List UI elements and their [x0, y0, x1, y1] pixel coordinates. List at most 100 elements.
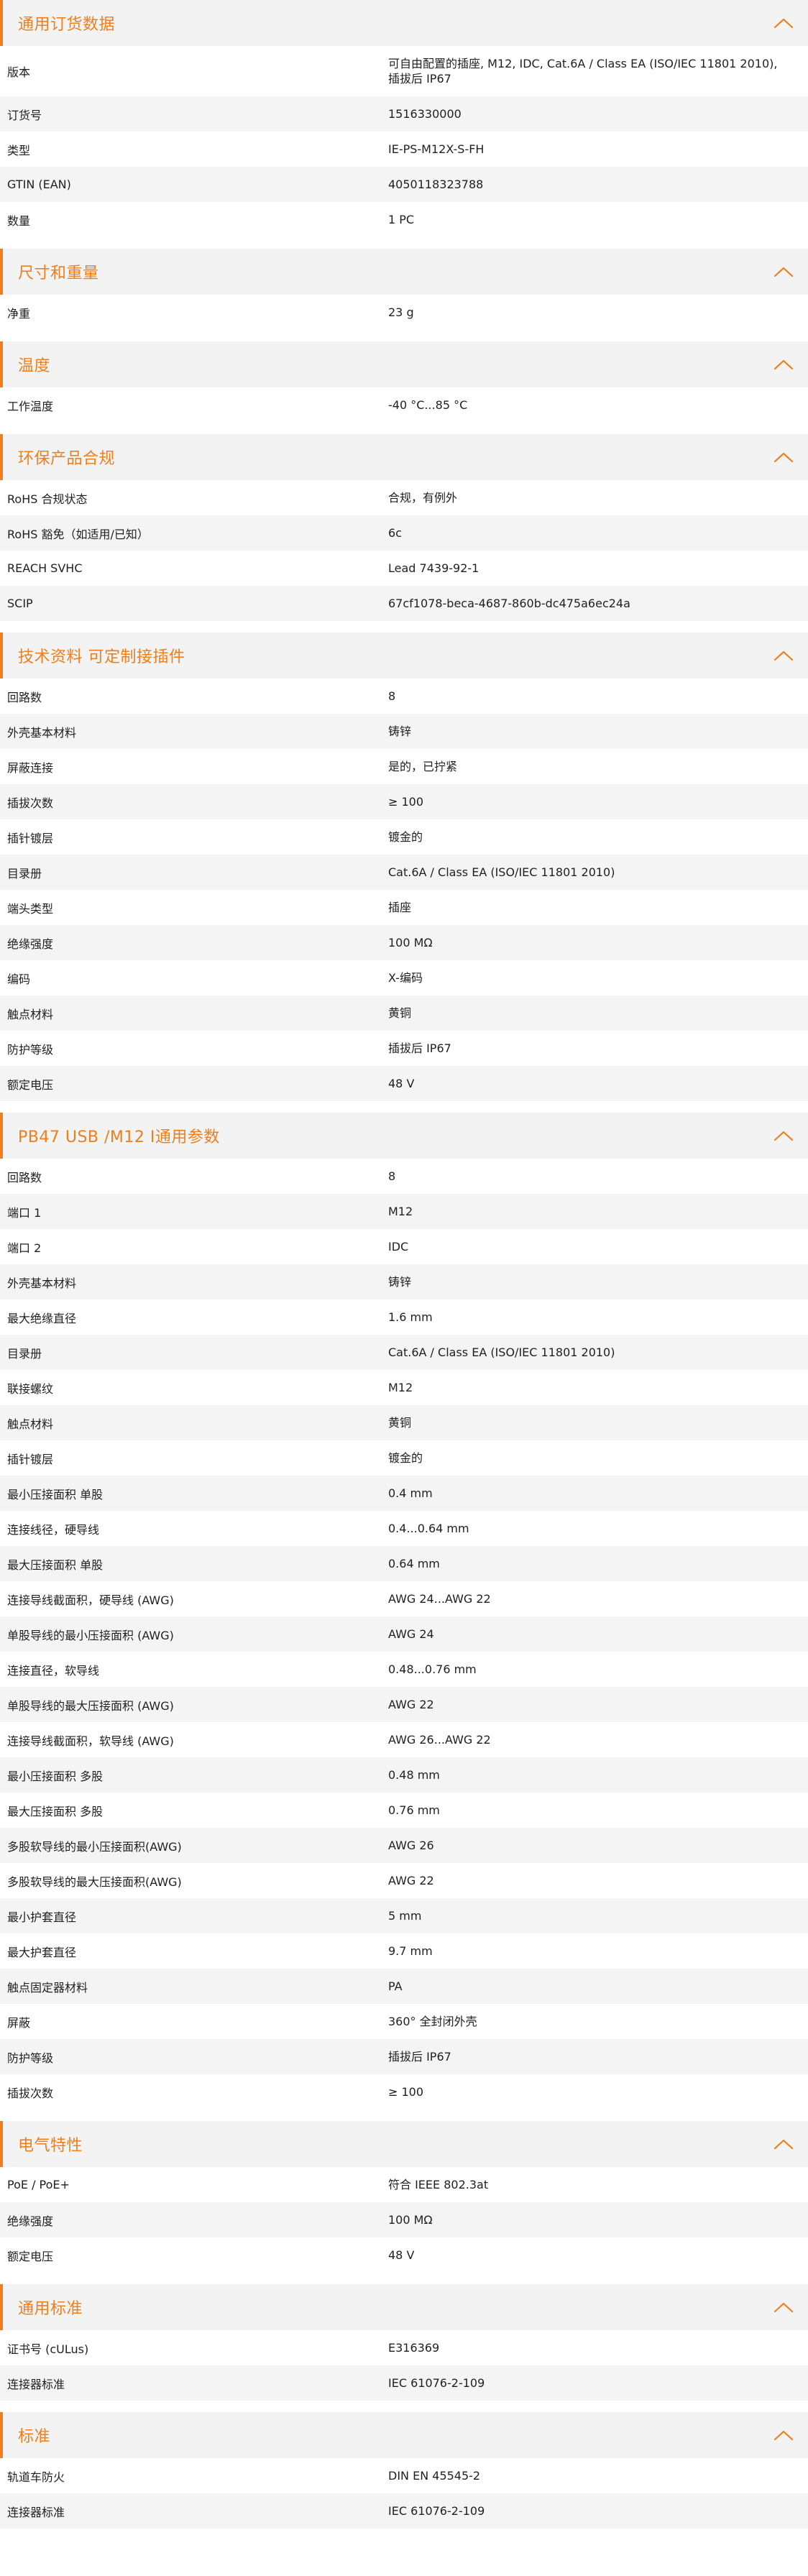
spec-row: 订货号 1516330000: [0, 96, 808, 132]
spec-row: 连接器标准 IEC 61076-2-109: [0, 2493, 808, 2529]
spec-label: 触点材料: [7, 1007, 54, 1021]
spec-label: 端头类型: [7, 901, 54, 916]
spec-row: 净重 23 g: [0, 295, 808, 330]
chevron-up-icon[interactable]: [773, 359, 794, 370]
chevron-up-icon[interactable]: [773, 1130, 794, 1141]
spec-label: 轨道车防火: [7, 2470, 65, 2484]
spec-label: 插针镀层: [7, 831, 54, 845]
chevron-up-icon[interactable]: [773, 266, 794, 277]
spec-label: 端口 2: [7, 1241, 42, 1255]
spec-row: 轨道车防火 DIN EN 45545-2: [0, 2458, 808, 2493]
chevron-up-icon[interactable]: [773, 2301, 794, 2313]
spec-value: DIN EN 45545-2: [388, 2469, 481, 2483]
section-header-toggle[interactable]: 温度: [0, 341, 808, 387]
section-header-toggle[interactable]: 通用订货数据: [0, 0, 808, 46]
spec-label: 最小压接面积 单股: [7, 1487, 104, 1501]
spec-label: 额定电压: [7, 2249, 54, 2263]
chevron-up-icon[interactable]: [773, 2429, 794, 2441]
spec-label: 版本: [7, 65, 31, 79]
spec-value: 9.7 mm: [388, 1944, 433, 1958]
spec-label: 防护等级: [7, 1042, 54, 1057]
spec-label: 最大护套直径: [7, 1945, 77, 1959]
spec-row: 触点材料 黄铜: [0, 1405, 808, 1440]
spec-value: Lead 7439-92-1: [388, 561, 479, 575]
spec-label: PoE / PoE+: [7, 2178, 70, 2191]
spec-label: 屏蔽: [7, 2015, 31, 2030]
spec-label: 多股软导线的最大压接面积(AWG): [7, 1874, 182, 1889]
spec-value: IE-PS-M12X-S-FH: [388, 142, 485, 156]
spec-value: IEC 61076-2-109: [388, 2376, 485, 2390]
spec-label: SCIP: [7, 597, 33, 610]
section-header-toggle[interactable]: 环保产品合规: [0, 434, 808, 480]
spec-value: 1 PC: [388, 213, 415, 226]
spec-row: REACH SVHC Lead 7439-92-1: [0, 551, 808, 586]
spec-row: 额定电压 48 V: [0, 2237, 808, 2273]
spec-value: 0.48 mm: [388, 1768, 440, 1782]
chevron-up-icon[interactable]: [773, 650, 794, 661]
spec-row: 绝缘强度 100 MΩ: [0, 2202, 808, 2237]
spec-row: RoHS 合规状态 合规，有例外: [0, 480, 808, 515]
spec-label: 外壳基本材料: [7, 1276, 77, 1290]
spec-label: 外壳基本材料: [7, 725, 77, 740]
spec-row: 目录册 Cat.6A / Class EA (ISO/IEC 11801 2010…: [0, 1335, 808, 1370]
spec-row: 端口 2 IDC: [0, 1229, 808, 1264]
chevron-up-icon[interactable]: [773, 2138, 794, 2150]
spec-row: 绝缘强度 100 MΩ: [0, 925, 808, 960]
spec-label: 连接导线截面积，软导线 (AWG): [7, 1734, 174, 1748]
spec-row: 证书号 (cULus) E316369: [0, 2330, 808, 2365]
spec-value: 铸锌: [388, 1275, 412, 1289]
spec-label: 单股导线的最小压接面积 (AWG): [7, 1628, 174, 1642]
spec-label: 插拔次数: [7, 2086, 54, 2100]
spec-row: 防护等级 插拔后 IP67: [0, 2039, 808, 2074]
spec-value: AWG 26...AWG 22: [388, 1733, 491, 1747]
product-spec-sheet: 通用订货数据版本 可自由配置的插座, M12, IDC, Cat.6A / Cla…: [0, 0, 808, 2529]
spec-label: 联接螺纹: [7, 1381, 54, 1396]
spec-label: 绝缘强度: [7, 2214, 54, 2228]
spec-value: 0.4...0.64 mm: [388, 1522, 469, 1535]
spec-label: 插拔次数: [7, 796, 54, 810]
spec-label: 净重: [7, 306, 31, 321]
section-header-toggle[interactable]: 技术资料 可定制接插件: [0, 632, 808, 678]
spec-section: 标准轨道车防火 DIN EN 45545-2 连接器标准 IEC 61076-2-10…: [0, 2412, 808, 2529]
chevron-up-icon[interactable]: [773, 451, 794, 463]
section-header-toggle[interactable]: 电气特性: [0, 2121, 808, 2167]
spec-value: -40 °C...85 °C: [388, 398, 468, 412]
section-header-toggle[interactable]: PB47 USB /M12 I通用参数: [0, 1113, 808, 1159]
spec-label: 触点材料: [7, 1417, 54, 1431]
spec-label: 工作温度: [7, 399, 54, 413]
spec-row: 类型 IE-PS-M12X-S-FH: [0, 132, 808, 167]
spec-value: 67cf1078-beca-4687-860b-dc475a6ec24a: [388, 597, 630, 610]
spec-value: 0.4 mm: [388, 1486, 433, 1500]
section-header-toggle[interactable]: 通用标准: [0, 2284, 808, 2330]
spec-value: 6c: [388, 526, 402, 540]
spec-value: 可自由配置的插座, M12, IDC, Cat.6A / Class EA (I…: [388, 57, 778, 86]
spec-row: 最大护套直径 9.7 mm: [0, 1933, 808, 1969]
section-header-toggle[interactable]: 标准: [0, 2412, 808, 2458]
spec-value: 8: [388, 689, 396, 703]
spec-row: 最小压接面积 多股 0.48 mm: [0, 1757, 808, 1793]
spec-row: 端头类型 插座: [0, 890, 808, 925]
section-header-toggle[interactable]: 尺寸和重量: [0, 249, 808, 295]
spec-row: 连接直径，软导线 0.48...0.76 mm: [0, 1652, 808, 1687]
spec-label: 回路数: [7, 690, 42, 704]
spec-label: RoHS 合规状态: [7, 492, 88, 506]
spec-row: 最大压接面积 多股 0.76 mm: [0, 1793, 808, 1828]
spec-label: 端口 1: [7, 1205, 42, 1220]
spec-value: AWG 24...AWG 22: [388, 1592, 491, 1606]
chevron-up-icon[interactable]: [773, 17, 794, 29]
section-title: 尺寸和重量: [18, 264, 99, 282]
spec-value: 插拔后 IP67: [388, 1041, 451, 1055]
spec-value: 合规，有例外: [388, 491, 458, 505]
spec-label: 绝缘强度: [7, 937, 54, 951]
spec-row: 外壳基本材料 铸锌: [0, 714, 808, 749]
spec-label: 多股软导线的最小压接面积(AWG): [7, 1839, 182, 1854]
spec-label: 订货号: [7, 108, 42, 122]
spec-value: 0.64 mm: [388, 1557, 440, 1570]
spec-value: 4050118323788: [388, 178, 484, 191]
spec-row: 单股导线的最大压接面积 (AWG) AWG 22: [0, 1687, 808, 1722]
spec-row: 编码 X-编码: [0, 960, 808, 995]
spec-row: 触点材料 黄铜: [0, 995, 808, 1031]
spec-value: 插座: [388, 901, 412, 914]
spec-label: RoHS 豁免（如适用/已知）: [7, 527, 149, 541]
spec-value: IDC: [388, 1240, 409, 1254]
